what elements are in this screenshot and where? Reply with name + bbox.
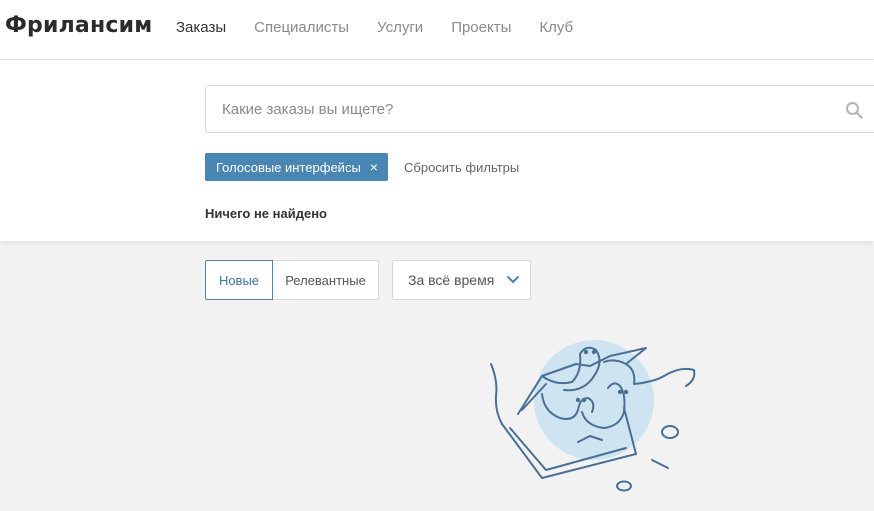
period-dropdown[interactable]: За всё время (392, 260, 531, 300)
empty-state-illustration (490, 340, 696, 492)
filter-tag-voice-interfaces: Голосовые интерфейсы × (205, 153, 388, 181)
nav-item-orders[interactable]: Заказы (176, 19, 226, 36)
filter-panel: Голосовые интерфейсы × Сбросить фильтры … (0, 60, 874, 241)
sort-relevant-button[interactable]: Релевантные (272, 260, 379, 300)
top-navigation-bar: Фрилансим Заказы Специалисты Услуги Прое… (0, 0, 874, 60)
search-box (205, 85, 874, 133)
nav-item-services[interactable]: Услуги (377, 19, 423, 36)
nav-item-club[interactable]: Клуб (539, 19, 573, 36)
logo[interactable]: Фрилансим (5, 13, 152, 38)
sort-new-button[interactable]: Новые (205, 260, 273, 300)
main-nav: Заказы Специалисты Услуги Проекты Клуб (176, 19, 601, 36)
search-input[interactable] (206, 86, 826, 132)
reset-filters-link[interactable]: Сбросить фильтры (404, 160, 519, 175)
no-results-message: Ничего не найдено (205, 206, 327, 221)
filter-tag-label: Голосовые интерфейсы (216, 159, 361, 175)
sort-toggle-group: Новые Релевантные (205, 260, 379, 300)
search-icon[interactable] (845, 101, 863, 119)
chevron-down-icon (507, 276, 519, 283)
nav-item-specialists[interactable]: Специалисты (254, 19, 349, 36)
close-icon[interactable]: × (370, 159, 378, 175)
nav-item-projects[interactable]: Проекты (451, 19, 511, 36)
period-dropdown-value: За всё время (408, 272, 495, 288)
